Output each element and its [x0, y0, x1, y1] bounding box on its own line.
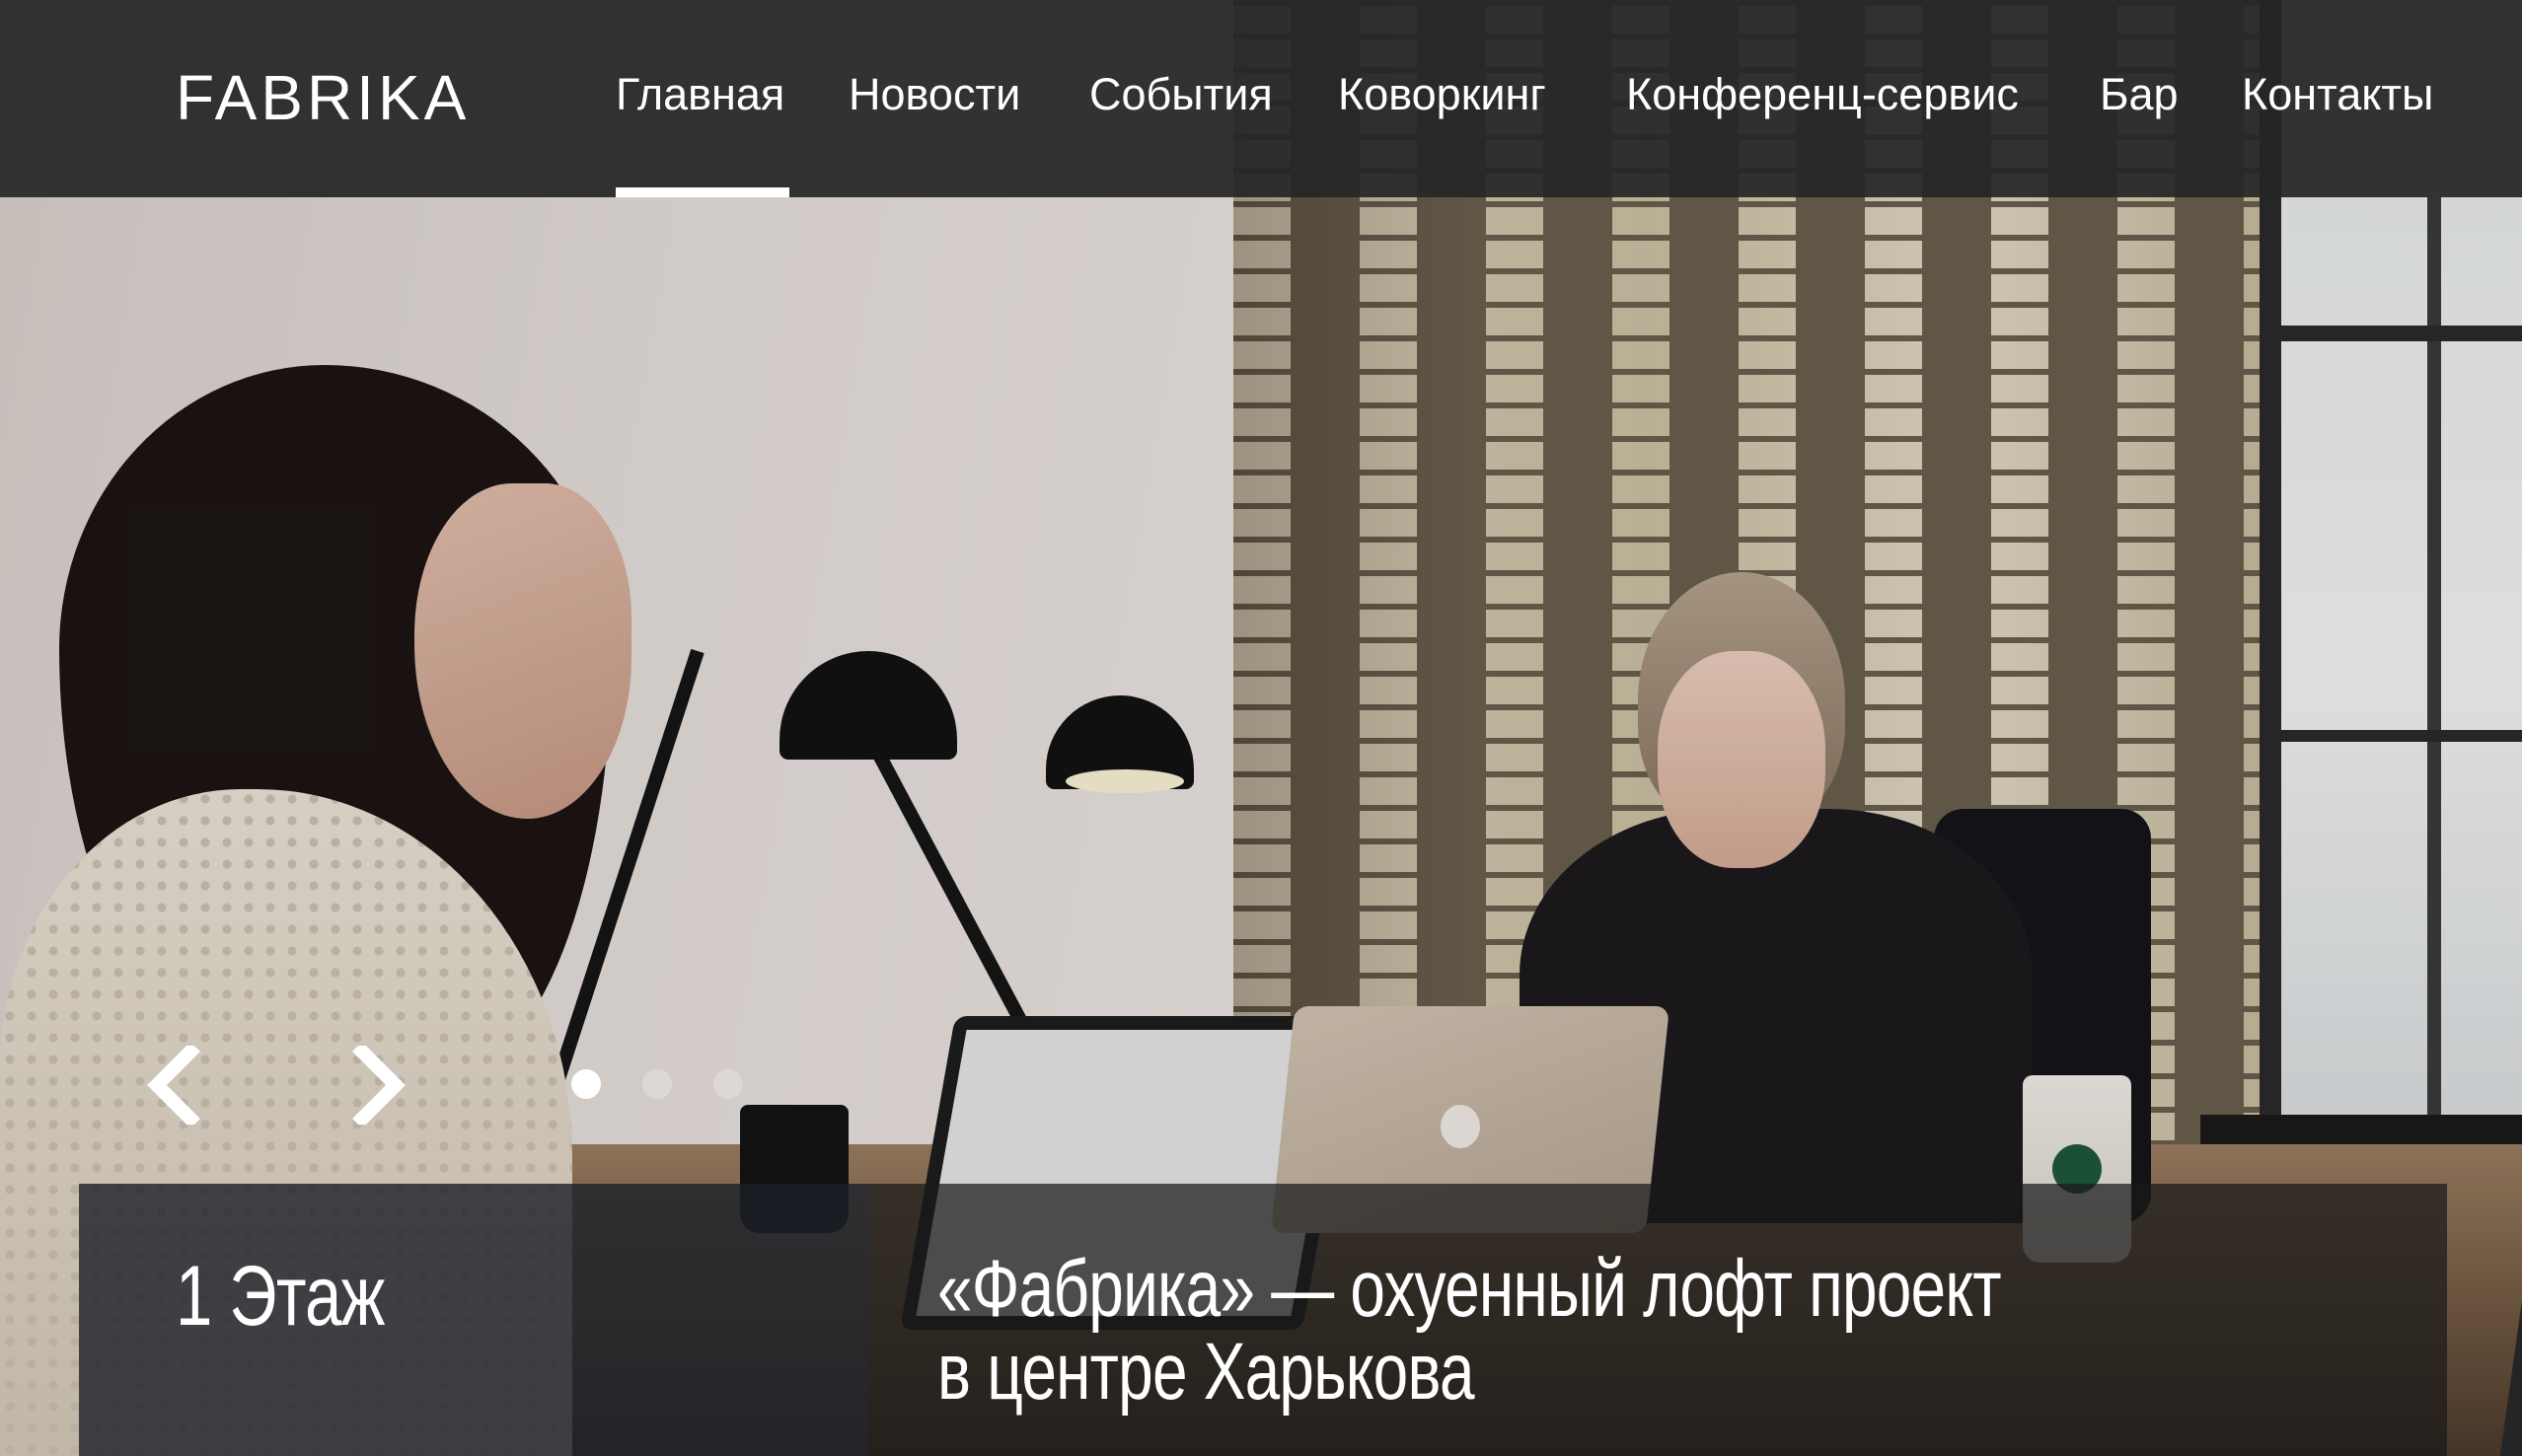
slider-dot-1[interactable]: [571, 1069, 601, 1099]
site-logo[interactable]: FABRIKA: [176, 61, 470, 134]
slide-headline-line1: «Фабрика» — охуенный лофт проект: [937, 1244, 2002, 1334]
slide-headline-line2: в центре Харькова: [937, 1327, 1475, 1417]
chevron-right-icon: [352, 1042, 406, 1128]
nav-item-bar[interactable]: Бар: [2100, 69, 2179, 120]
slider-next-button[interactable]: [350, 1042, 409, 1128]
nav-item-news[interactable]: Новости: [849, 69, 1020, 120]
site-header: FABRIKA Главная Новости События Коворкин…: [0, 0, 2522, 197]
nav-item-contacts[interactable]: Контакты: [2242, 69, 2433, 120]
nav-item-events[interactable]: События: [1089, 69, 1273, 120]
chevron-left-icon: [147, 1042, 200, 1128]
nav-item-conference[interactable]: Конференц-сервис: [1626, 69, 2019, 120]
nav-item-home[interactable]: Главная: [616, 69, 784, 120]
slider-prev-button[interactable]: [143, 1042, 202, 1128]
slider-dot-3[interactable]: [713, 1069, 743, 1099]
floor-label: 1 Этаж: [176, 1249, 385, 1344]
slider-dot-2[interactable]: [642, 1069, 672, 1099]
slide-headline: «Фабрика» — охуенный лофт проект в центр…: [937, 1244, 2002, 1417]
active-nav-indicator: [616, 187, 789, 197]
nav-item-coworking[interactable]: Коворкинг: [1338, 69, 1546, 120]
